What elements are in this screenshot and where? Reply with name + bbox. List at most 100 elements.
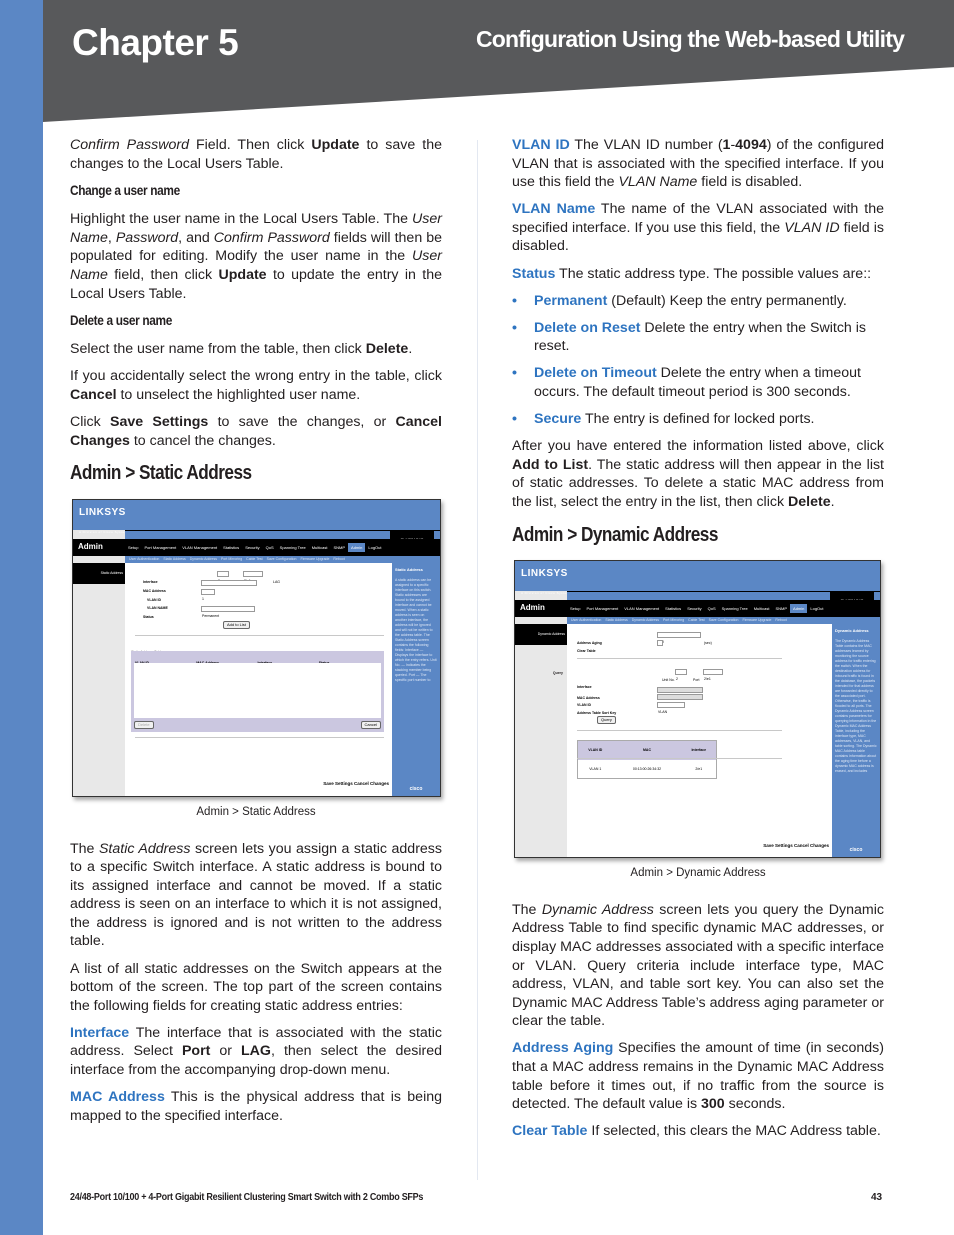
ui-cancel-button[interactable]: Cancel bbox=[360, 720, 381, 729]
ui-add-to-list-button[interactable]: Add to List bbox=[223, 620, 250, 629]
ui-label-status: Status bbox=[143, 614, 154, 619]
ui-vlan-id-select[interactable]: 1 bbox=[201, 588, 215, 601]
ui-main: Interface Unit No. 2 Port 2/e1 LAG MAC A… bbox=[125, 562, 392, 796]
ui-nav-statistics[interactable]: Statistics bbox=[662, 606, 684, 611]
ui-mac-input[interactable] bbox=[201, 579, 257, 586]
right-column: VLAN ID The VLAN ID number (1-4094) of t… bbox=[512, 136, 884, 1149]
ui-label-lag: LAG bbox=[273, 579, 281, 584]
paragraph: The Static Address screen lets you assig… bbox=[70, 840, 442, 950]
ui-nav-setup[interactable]: Setup bbox=[125, 545, 141, 550]
ui-section-label: Admin bbox=[520, 603, 545, 613]
figure-caption: Admin > Dynamic Address bbox=[630, 867, 766, 880]
ui-nav-spanning-tree[interactable]: Spanning Tree bbox=[719, 606, 751, 611]
paragraph: Interface The interface that is associat… bbox=[70, 1024, 443, 1079]
ui-nav-admin[interactable]: Admin bbox=[790, 604, 808, 614]
ui-nav-multicast[interactable]: Multicast bbox=[309, 545, 331, 550]
ui-nav-bar: Admin Setup Port Management VLAN Managem… bbox=[73, 538, 440, 556]
ui-product-band: 16-port 10/100 + 4-Port Gigabit Stackabl… bbox=[567, 591, 880, 604]
ui-product-band: 24-port 10/100 + 4-Port Gigabit Stackabl… bbox=[125, 529, 440, 543]
paragraph: If you accidentally select the wrong ent… bbox=[70, 368, 442, 404]
cisco-logo: cisco bbox=[849, 847, 863, 854]
ui-nav-qos[interactable]: QoS bbox=[705, 606, 719, 611]
page-number: 43 bbox=[871, 1192, 883, 1203]
section-title: Configuration Using the Web-based Utilit… bbox=[476, 26, 905, 52]
ui-delete-button[interactable]: Delete bbox=[134, 720, 154, 729]
footer-product-name: 24/48-Port 10/100 + 4-Port Gigabit Resil… bbox=[70, 1192, 424, 1203]
ui-side-tag: Dynamic Address bbox=[515, 624, 567, 645]
figure-caption: Admin > Static Address bbox=[196, 805, 316, 818]
ui-static-table: VLAN ID MAC Address Interface Status Del… bbox=[131, 650, 384, 732]
ui-query-button[interactable]: Query bbox=[597, 716, 616, 725]
ui-nav-port-management[interactable]: Port Management bbox=[583, 606, 621, 611]
ui-nav-logout[interactable]: LogOut bbox=[807, 606, 826, 611]
paragraph: Status The static address type. The poss… bbox=[512, 265, 872, 282]
left-column: Confirm Password Field. Then click Updat… bbox=[70, 136, 442, 1134]
ui-nav-admin[interactable]: Admin bbox=[348, 542, 366, 552]
ui-subnav: User Authentication Static Address Dynam… bbox=[125, 555, 440, 563]
cisco-logo: cisco bbox=[409, 785, 423, 792]
subheading-change-user: Change a user name bbox=[70, 182, 180, 198]
paragraph: Click Save Settings to save the changes,… bbox=[70, 414, 442, 449]
ui-cancel-changes[interactable]: Cancel Changes bbox=[794, 843, 829, 848]
ui-port-select[interactable]: 2/e1 bbox=[703, 669, 723, 681]
ui-save-settings[interactable]: Save Settings bbox=[763, 843, 793, 848]
paragraph: VLAN Name The name of the VLAN associate… bbox=[512, 201, 884, 255]
ui-divider bbox=[577, 658, 782, 660]
ui-nav-port-management[interactable]: Port Management bbox=[141, 545, 179, 550]
paragraph: A list of all static addresses on the Sw… bbox=[70, 960, 442, 1014]
ui-divider bbox=[135, 634, 384, 636]
ui-sidebar: Static Address bbox=[73, 562, 125, 796]
ui-sort-key-select[interactable]: VLAN bbox=[657, 702, 685, 714]
ui-dynamic-table: VLAN ID MAC Interface VLAN 1 00:13:00:26… bbox=[577, 740, 717, 780]
ui-nav-security[interactable]: Security bbox=[242, 545, 262, 550]
ui-nav-snmp[interactable]: SNMP bbox=[330, 545, 348, 550]
ui-cancel-changes[interactable]: Cancel Changes bbox=[354, 781, 389, 786]
ui-nav-vlan-management[interactable]: VLAN Management bbox=[621, 606, 662, 611]
ui-clear-checkbox[interactable] bbox=[657, 640, 663, 647]
paragraph: Select the user name from the table, the… bbox=[70, 341, 413, 358]
ui-subnav: User Authentication Static Address Dynam… bbox=[567, 617, 880, 625]
ui-nav-statistics[interactable]: Statistics bbox=[220, 545, 242, 550]
ui-help-panel: Static Address A static address can be a… bbox=[392, 562, 440, 796]
ui-save-settings[interactable]: Save Settings bbox=[323, 781, 353, 786]
ui-nav-logout[interactable]: LogOut bbox=[365, 545, 384, 550]
status-values-list: Permanent (Default) Keep the entry perma… bbox=[512, 292, 884, 429]
dynamic-address-screenshot: LINKSYS A Division of Cisco Systems, Inc.… bbox=[514, 560, 881, 859]
ui-nav-vlan-management[interactable]: VLAN Management bbox=[179, 545, 220, 550]
side-accent-bar bbox=[0, 0, 43, 1235]
ui-unit-select[interactable]: 2 bbox=[217, 570, 229, 583]
ui-table-body bbox=[134, 662, 381, 718]
ui-table-header: VLAN ID MAC Interface bbox=[578, 741, 716, 760]
ui-nav-snmp[interactable]: SNMP bbox=[772, 606, 790, 611]
ui-save-bar: Save Settings Cancel Changes bbox=[323, 775, 389, 794]
ui-top-banner: LINKSYS A Division of Cisco Systems, Inc. bbox=[515, 561, 880, 595]
list-item: Delete on Timeout Delete the entry when … bbox=[512, 364, 884, 401]
paragraph: Clear Table If selected, this clears the… bbox=[512, 1123, 881, 1140]
ui-port-select[interactable]: 2/e1 bbox=[243, 570, 263, 583]
ui-top-banner: LINKSYS A Division of Cisco Systems, Inc. bbox=[73, 499, 440, 534]
ui-query-label: Query bbox=[552, 671, 563, 676]
paragraph: MAC Address This is the physical address… bbox=[70, 1089, 442, 1124]
list-item: Secure The entry is defined for locked p… bbox=[512, 410, 884, 429]
ui-aging-input[interactable]: 300 bbox=[657, 632, 701, 644]
ui-nav-qos[interactable]: QoS bbox=[263, 545, 277, 550]
ui-vlan-input[interactable] bbox=[657, 694, 703, 701]
ui-nav-multicast[interactable]: Multicast bbox=[751, 606, 773, 611]
ui-nav-setup[interactable]: Setup bbox=[567, 606, 583, 611]
table-row[interactable]: VLAN 1 00:13:00:26:34:32 2/e1 bbox=[578, 760, 716, 779]
paragraph: The Dynamic Address screen lets you quer… bbox=[512, 901, 884, 1030]
paragraph: Confirm Password Field. Then click Updat… bbox=[70, 137, 442, 172]
ui-nav-security[interactable]: Security bbox=[684, 606, 704, 611]
subheading-delete-user: Delete a user name bbox=[70, 312, 172, 328]
paragraph: Address Aging Specifies the amount of ti… bbox=[512, 1040, 884, 1113]
ui-side-tag: Static Address bbox=[73, 562, 125, 584]
ui-status-select[interactable]: Permanent bbox=[201, 605, 255, 618]
ui-unit-select[interactable]: 2 bbox=[675, 669, 687, 681]
ui-divider bbox=[577, 730, 782, 732]
ui-save-bar: Save Settings Cancel Changes bbox=[763, 837, 829, 856]
paragraph: After you have entered the information l… bbox=[512, 438, 885, 510]
static-address-screenshot: LINKSYS A Division of Cisco Systems, Inc.… bbox=[72, 498, 441, 797]
ui-mac-input[interactable] bbox=[657, 687, 703, 694]
ui-section-label: Admin bbox=[78, 542, 103, 552]
ui-nav-spanning-tree[interactable]: Spanning Tree bbox=[277, 545, 309, 550]
